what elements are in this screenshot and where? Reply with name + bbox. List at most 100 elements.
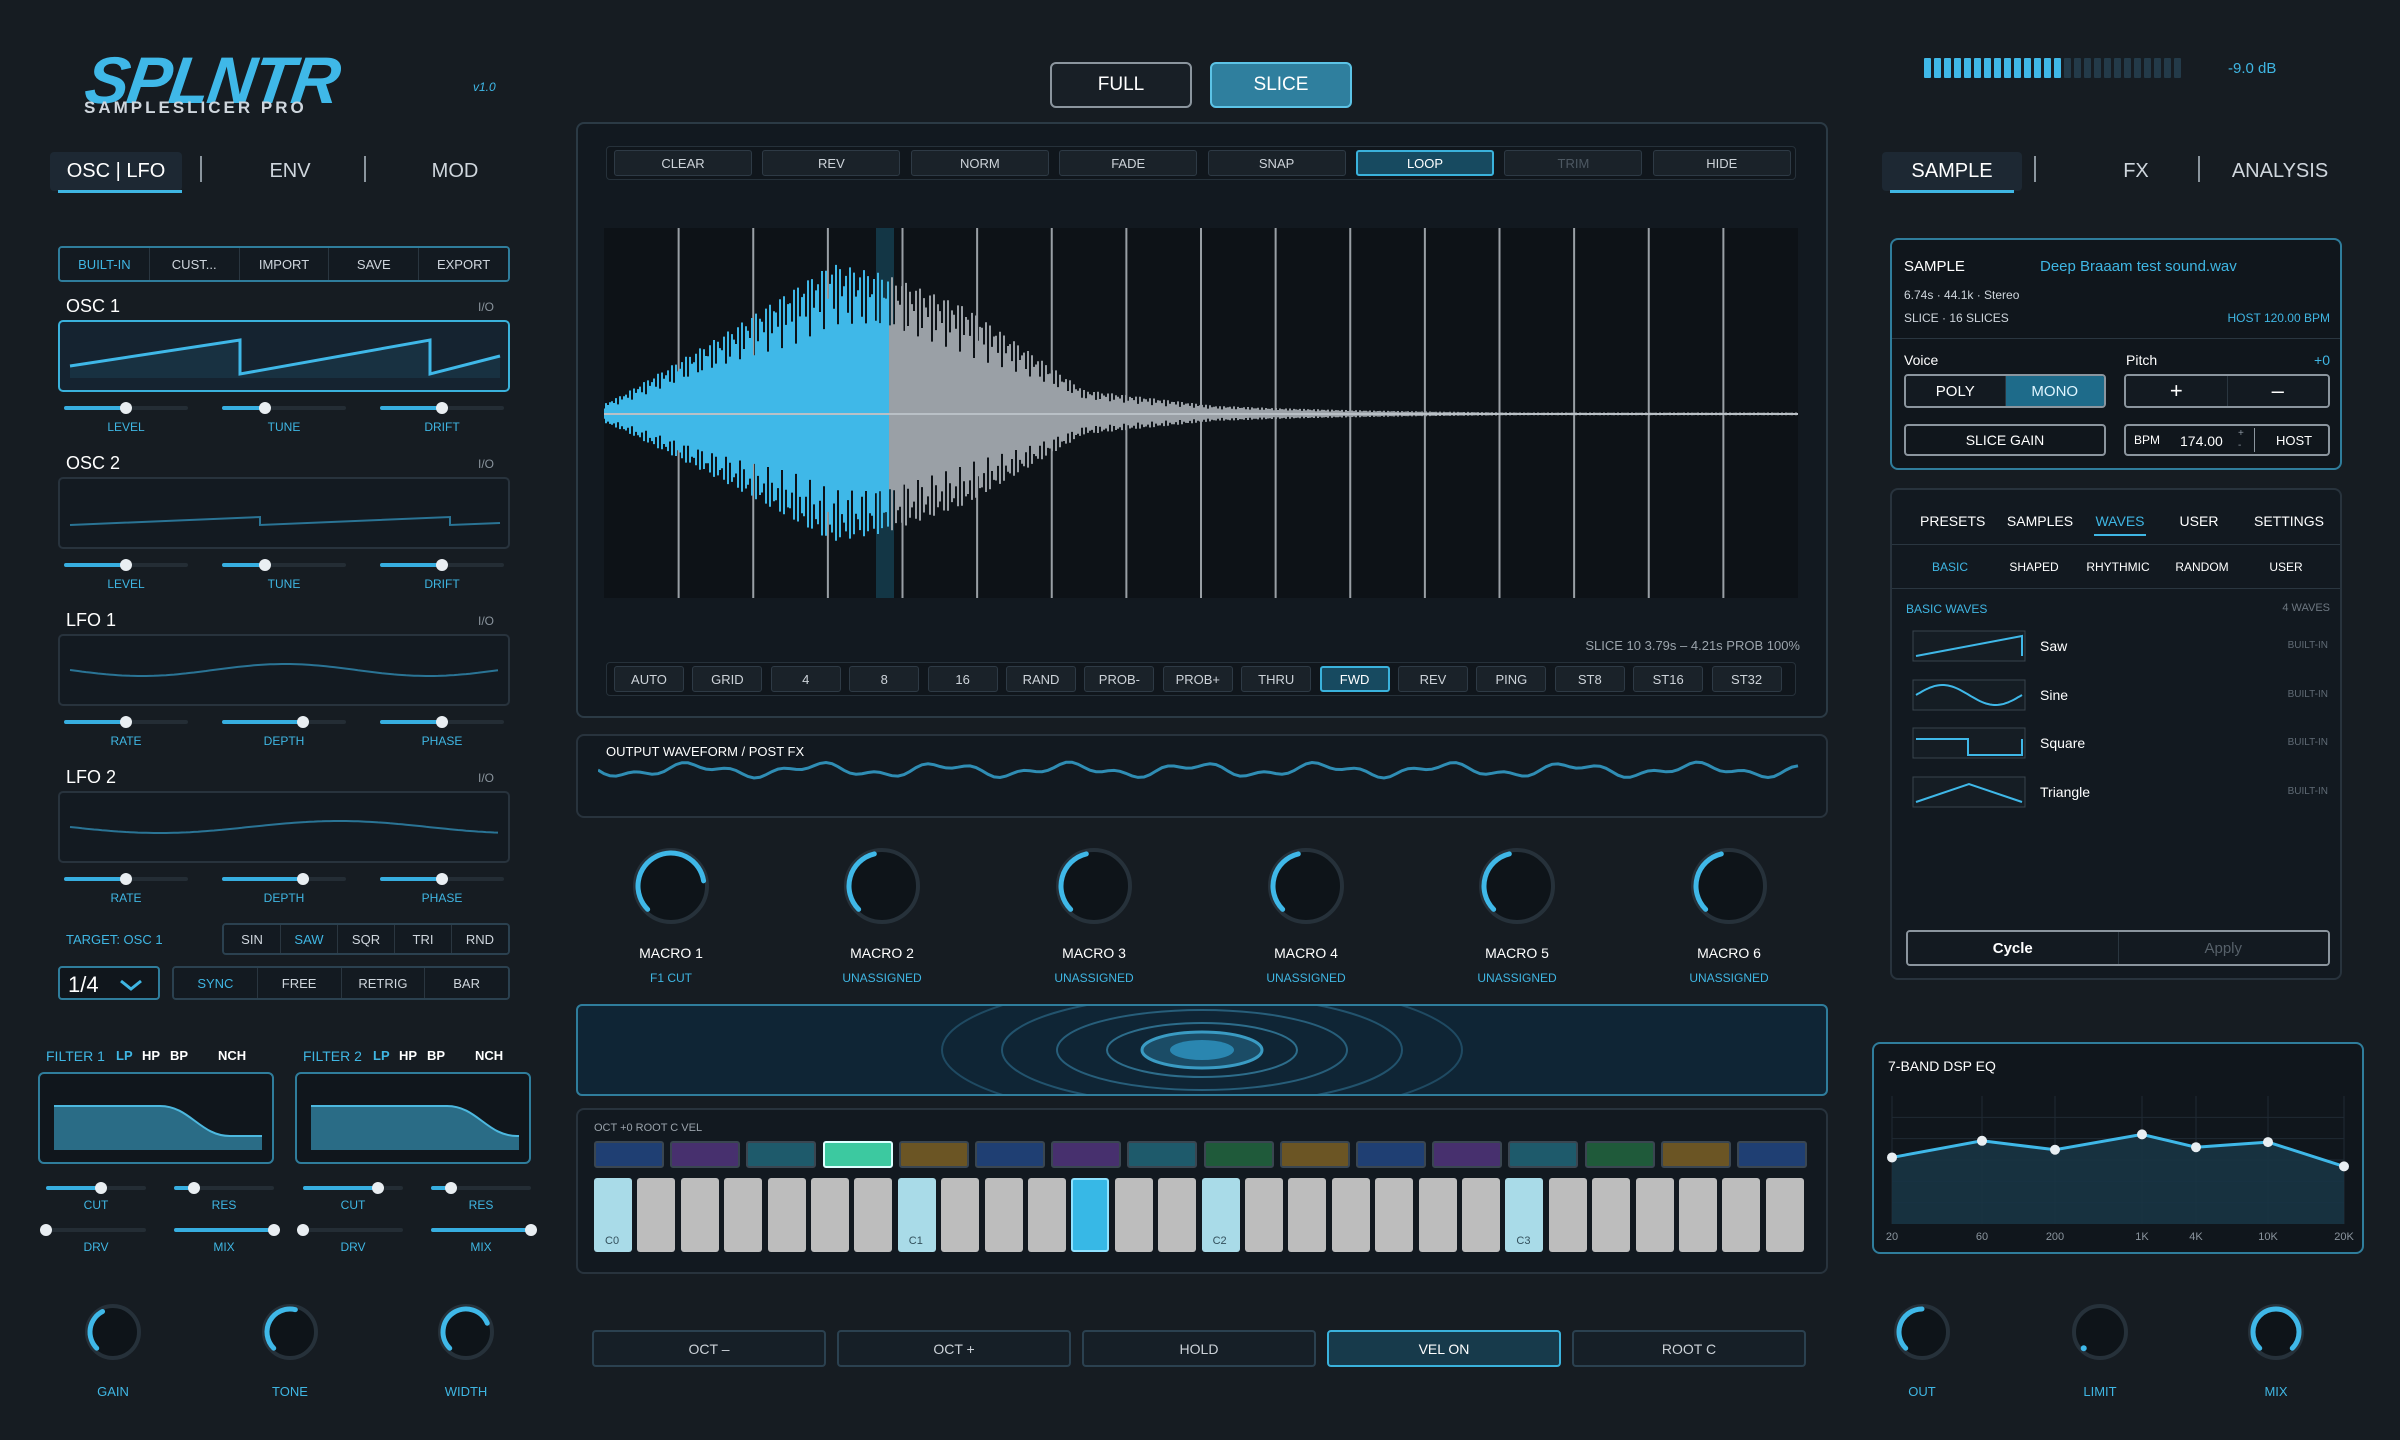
- drum-pad[interactable]: [822, 1141, 893, 1168]
- slice-mode-auto-button[interactable]: AUTO: [614, 666, 684, 692]
- param-slider[interactable]: [380, 402, 504, 414]
- bpm-input[interactable]: 174.00: [2180, 433, 2223, 449]
- drum-pad[interactable]: [1356, 1141, 1426, 1168]
- piano-key[interactable]: [854, 1178, 893, 1252]
- drum-pad[interactable]: [1584, 1141, 1655, 1168]
- slider-knob[interactable]: [436, 402, 448, 414]
- toolbar-norm-button[interactable]: NORM: [910, 150, 1049, 176]
- voice-poly-button[interactable]: POLY: [1906, 376, 2006, 406]
- slider-knob[interactable]: [188, 1182, 200, 1194]
- filter-slider-mix[interactable]: [174, 1224, 280, 1236]
- tab-env[interactable]: ENV: [250, 160, 330, 183]
- drum-pad[interactable]: [1051, 1141, 1122, 1168]
- export-button[interactable]: EXPORT: [419, 248, 508, 280]
- slice-view-button[interactable]: SLICE: [1210, 62, 1352, 108]
- io-toggle[interactable]: I/O: [478, 300, 494, 314]
- osc-wave-display[interactable]: [58, 477, 510, 549]
- filter-type-lp[interactable]: LP: [116, 1048, 133, 1063]
- slice-mode-rev-button[interactable]: REV: [1398, 666, 1468, 692]
- slice-mode-ping-button[interactable]: PING: [1476, 666, 1547, 692]
- filter-type-bp[interactable]: BP: [427, 1048, 445, 1063]
- slider-knob[interactable]: [259, 559, 272, 571]
- piano-key[interactable]: [811, 1178, 849, 1252]
- piano-key[interactable]: C3: [1505, 1178, 1544, 1252]
- filter-slider-drv[interactable]: [40, 1224, 146, 1236]
- piano-key[interactable]: [724, 1178, 763, 1252]
- knob-width[interactable]: [434, 1300, 498, 1364]
- bottom-oct-button[interactable]: OCT +: [837, 1330, 1071, 1367]
- piano-key[interactable]: [1722, 1178, 1761, 1252]
- eq-band-node[interactable]: [1887, 1152, 1897, 1163]
- toolbar-rev-button[interactable]: REV: [762, 150, 901, 176]
- param-slider[interactable]: [380, 559, 504, 571]
- piano-key[interactable]: [1462, 1178, 1500, 1252]
- browser-tab-waves[interactable]: WAVES: [2090, 513, 2150, 529]
- toolbar-loop-button[interactable]: LOOP: [1356, 150, 1494, 176]
- slider-knob[interactable]: [296, 716, 309, 728]
- slice-mode-st32-button[interactable]: ST32: [1711, 666, 1782, 692]
- piano-key[interactable]: [1028, 1178, 1066, 1252]
- slice-mode-4-button[interactable]: 4: [770, 666, 841, 692]
- filter-curve[interactable]: [295, 1072, 531, 1164]
- knob-limit[interactable]: [2068, 1300, 2132, 1364]
- shape-sin-button[interactable]: SIN: [224, 925, 281, 953]
- mode-retrig-button[interactable]: RETRIG: [341, 968, 426, 998]
- slice-mode-st16-button[interactable]: ST16: [1633, 666, 1704, 692]
- slider-knob[interactable]: [120, 402, 132, 414]
- shape-sqr-button[interactable]: SQR: [338, 925, 395, 953]
- filter-slider-mix[interactable]: [431, 1224, 537, 1236]
- browser-subtab-shaped[interactable]: SHAPED: [1992, 560, 2076, 574]
- pitch-plus-button[interactable]: +: [2126, 376, 2228, 406]
- drum-pad[interactable]: [1508, 1141, 1579, 1168]
- cycle-button[interactable]: Cycle: [1908, 932, 2119, 964]
- macro-1-knob[interactable]: [629, 844, 713, 928]
- slice-mode-prob-button[interactable]: PROB-: [1084, 666, 1155, 692]
- piano-key[interactable]: [1592, 1178, 1631, 1252]
- piano-key[interactable]: [1114, 1178, 1153, 1252]
- eq-band-node[interactable]: [2137, 1129, 2147, 1140]
- wave-list-item[interactable]: Square BUILT-IN: [1908, 727, 2332, 759]
- macro-3-knob[interactable]: [1052, 844, 1136, 928]
- tab-sample[interactable]: SAMPLE: [1882, 152, 2022, 191]
- browser-tab-presets[interactable]: PRESETS: [1920, 513, 1985, 529]
- param-slider[interactable]: [64, 559, 188, 571]
- slider-knob[interactable]: [525, 1224, 537, 1236]
- piano-key[interactable]: [984, 1178, 1023, 1252]
- filter-type-hp[interactable]: HP: [399, 1048, 417, 1063]
- param-slider[interactable]: [380, 716, 504, 728]
- piano-key[interactable]: C1: [897, 1178, 936, 1252]
- full-view-button[interactable]: FULL: [1050, 62, 1192, 108]
- tab-analysis[interactable]: ANALYSIS: [2220, 160, 2340, 183]
- knob-out[interactable]: [1890, 1300, 1954, 1364]
- drum-pad[interactable]: [670, 1141, 741, 1168]
- param-slider[interactable]: [64, 873, 188, 885]
- eq-band-node[interactable]: [2263, 1137, 2273, 1148]
- toolbar-clear-button[interactable]: CLEAR: [614, 150, 752, 176]
- save-button[interactable]: SAVE: [329, 248, 420, 280]
- piano-key[interactable]: [680, 1178, 719, 1252]
- bpm-stepper-icon[interactable]: + -: [2238, 428, 2244, 452]
- slice-gain-button[interactable]: SLICE GAIN: [1904, 424, 2106, 456]
- voice-mono-button[interactable]: MONO: [2005, 376, 2104, 406]
- bottom-oct-button[interactable]: OCT –: [592, 1330, 826, 1367]
- slider-knob[interactable]: [445, 1182, 457, 1194]
- shape-rnd-button[interactable]: RND: [452, 925, 508, 953]
- piano-key[interactable]: [1679, 1178, 1717, 1252]
- piano-key[interactable]: [1158, 1178, 1197, 1252]
- slice-mode-st8-button[interactable]: ST8: [1554, 666, 1625, 692]
- macro-4-knob[interactable]: [1264, 844, 1348, 928]
- bottom-root-c-button[interactable]: ROOT C: [1572, 1330, 1806, 1367]
- browser-subtab-user[interactable]: USER: [2244, 560, 2328, 574]
- slice-mode-thru-button[interactable]: THRU: [1241, 666, 1312, 692]
- io-toggle[interactable]: I/O: [478, 457, 494, 471]
- filter-slider-res[interactable]: [174, 1182, 274, 1194]
- param-slider[interactable]: [222, 873, 346, 885]
- param-slider[interactable]: [222, 402, 346, 414]
- filter-slider-res[interactable]: [431, 1182, 531, 1194]
- osc-wave-display[interactable]: [58, 791, 510, 863]
- slider-knob[interactable]: [40, 1224, 52, 1236]
- knob-mix[interactable]: [2244, 1300, 2308, 1364]
- drum-pad[interactable]: [1737, 1141, 1807, 1168]
- filter-type-bp[interactable]: BP: [170, 1048, 188, 1063]
- eq-band-node[interactable]: [2191, 1142, 2201, 1153]
